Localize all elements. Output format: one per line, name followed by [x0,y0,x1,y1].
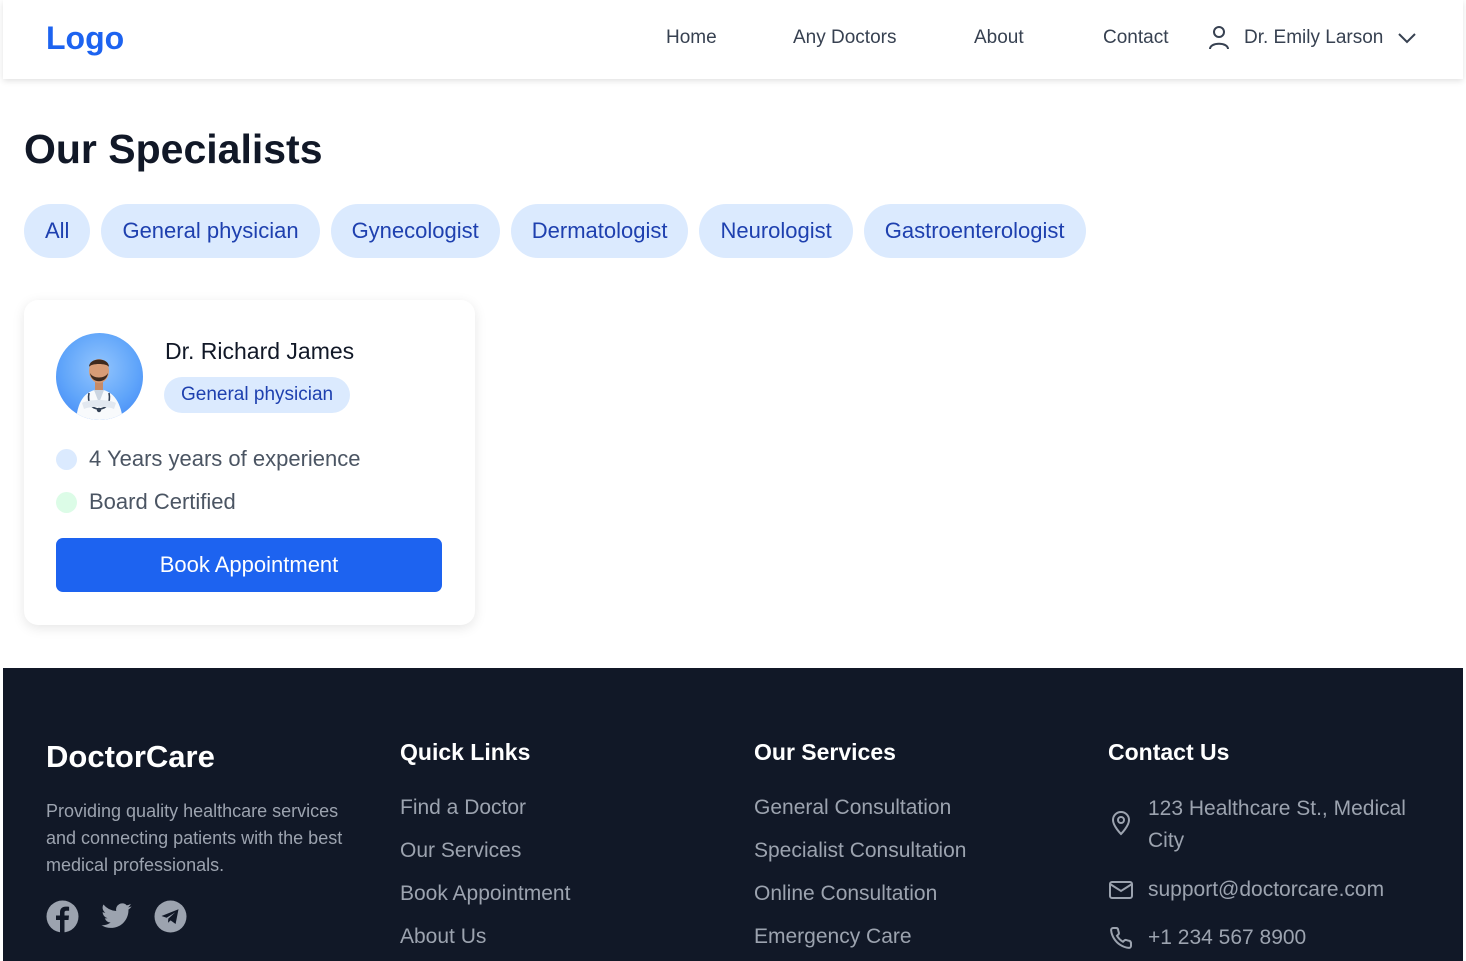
certification-row: Board Certified [56,489,236,515]
filter-dermatologist[interactable]: Dermatologist [510,204,689,258]
doctor-avatar [56,333,143,420]
user-name: Dr. Emily Larson [1244,27,1384,48]
social-links [46,900,187,933]
user-menu[interactable]: Dr. Emily Larson [1208,22,1419,54]
experience-row: 4 Years years of experience [56,446,361,472]
chevron-down-icon[interactable] [1397,27,1419,49]
nav-about[interactable]: About [974,27,1024,49]
filter-gastroenterologist[interactable]: Gastroenterologist [863,204,1086,258]
footer-tagline: Providing quality healthcare services an… [46,801,343,875]
contact-phone: +1 234 567 8900 [1108,922,1306,954]
specialty-badge: General physician [164,377,351,413]
logo[interactable]: Logo [46,20,124,57]
user-icon [1208,24,1232,52]
telegram-icon[interactable] [154,900,187,933]
contact-title: Contact Us [1108,739,1230,765]
filter-general-physician[interactable]: General physician [101,204,320,258]
nav-home[interactable]: Home [666,27,717,49]
footer-brand: DoctorCare [46,739,215,774]
phone-icon [1108,925,1134,951]
filter-gynecologist[interactable]: Gynecologist [330,204,500,258]
phone-text[interactable]: +1 234 567 8900 [1148,922,1306,954]
map-pin-icon [1108,810,1134,836]
filter-all[interactable]: All [24,204,91,258]
footer-link-find-doctor[interactable]: Find a Doctor [400,796,570,839]
doctor-card: Dr. Richard James General physician 4 Ye… [24,300,475,625]
service-general-consultation[interactable]: General Consultation [754,796,966,839]
page-title: Our Specialists [24,126,323,172]
footer-link-our-services[interactable]: Our Services [400,839,570,882]
specialty-filters: All General physician Gynecologist Derma… [24,204,1086,258]
filter-neurologist[interactable]: Neurologist [699,204,853,258]
quick-links-title: Quick Links [400,739,531,765]
service-online-consultation[interactable]: Online Consultation [754,882,966,925]
twitter-icon[interactable] [100,900,133,933]
footer: DoctorCare Providing quality healthcare … [3,668,1463,961]
certification-text: Board Certified [89,489,236,514]
facebook-icon[interactable] [46,900,79,933]
footer-link-about-us[interactable]: About Us [400,925,570,961]
email-text[interactable]: support@doctorcare.com [1148,874,1384,906]
top-navbar: Logo Home Any Doctors About Contact Dr. … [3,0,1463,79]
service-specialist-consultation[interactable]: Specialist Consultation [754,839,966,882]
contact-address: 123 Healthcare St., Medical City [1108,793,1423,857]
mail-icon [1108,877,1134,903]
nav-any-doctors[interactable]: Any Doctors [793,27,896,49]
service-emergency-care[interactable]: Emergency Care [754,925,966,961]
certification-dot-icon [56,491,77,513]
services-title: Our Services [754,739,896,765]
services-list: General Consultation Specialist Consulta… [754,796,966,961]
footer-link-book-appointment[interactable]: Book Appointment [400,882,570,925]
experience-text: 4 Years years of experience [89,446,361,471]
doctor-name: Dr. Richard James [165,338,355,364]
experience-dot-icon [56,448,77,470]
book-appointment-button[interactable]: Book Appointment [56,538,442,592]
nav-contact[interactable]: Contact [1103,27,1168,49]
quick-links-list: Find a Doctor Our Services Book Appointm… [400,796,570,961]
contact-email: support@doctorcare.com [1108,874,1384,906]
address-text: 123 Healthcare St., Medical City [1148,797,1406,852]
